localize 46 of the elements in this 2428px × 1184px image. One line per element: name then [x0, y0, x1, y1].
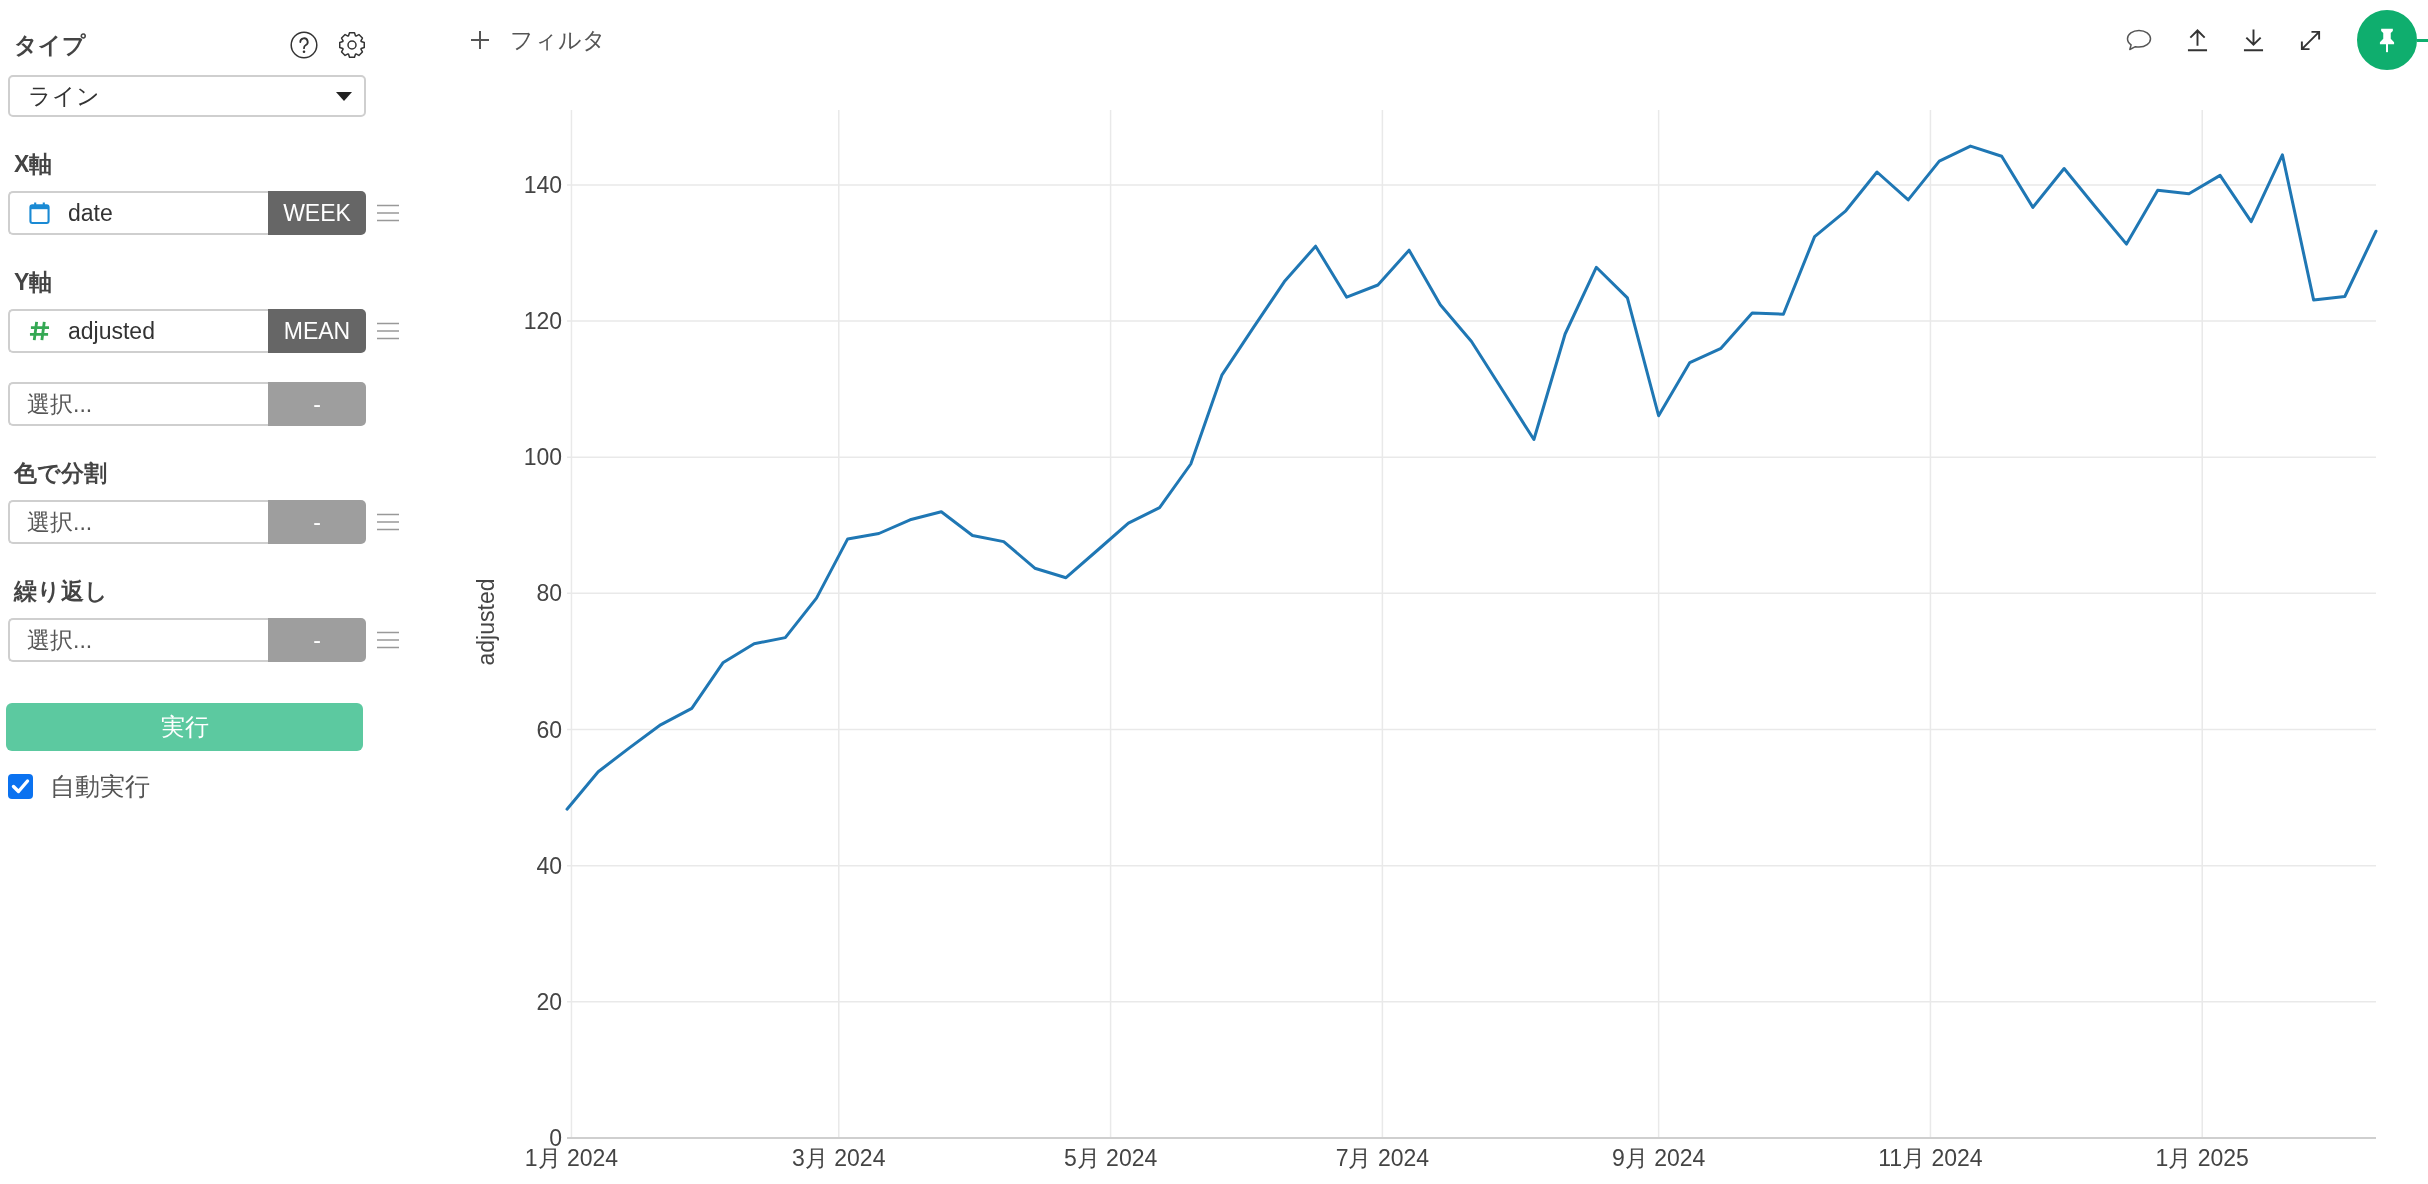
y-tick-label: 140: [523, 171, 562, 198]
checkbox-label: 自動実行: [50, 771, 150, 802]
aggregation-button[interactable]: MEAN: [268, 309, 366, 353]
field-input[interactable]: 選択...: [8, 618, 268, 662]
help-icon[interactable]: [290, 31, 318, 59]
upload-icon[interactable]: [2187, 28, 2208, 52]
y-tick-label: 60: [536, 716, 562, 743]
x-tick-label: 1月 2025: [2155, 1145, 2249, 1171]
caret-icon: [336, 91, 352, 101]
calendar-icon: [29, 201, 50, 225]
drag-handle-icon[interactable]: [377, 631, 399, 649]
y-tick-label: 20: [536, 988, 562, 1015]
section-label: 繰り返し: [12, 578, 108, 604]
x-tick-label: 5月 2024: [1063, 1145, 1158, 1171]
checkbox[interactable]: [8, 774, 33, 799]
aggregation-button[interactable]: WEEK: [268, 191, 366, 235]
y-tick-label: 80: [536, 580, 562, 607]
field-input[interactable]: 選択...: [8, 382, 268, 426]
y-tick-label: 100: [523, 444, 562, 471]
x-tick-label: 9月 2024: [1611, 1145, 1706, 1171]
y-axis-title: adjusted: [473, 578, 499, 666]
expand-icon[interactable]: [2299, 28, 2322, 52]
y-tick-label: 40: [536, 852, 562, 879]
section-label: Y軸: [13, 269, 53, 295]
comment-icon[interactable]: [2126, 29, 2152, 51]
field-input[interactable]: adjusted: [8, 309, 268, 353]
y-tick-label: 120: [523, 308, 562, 335]
pin-button[interactable]: [2357, 10, 2417, 70]
drag-handle-icon[interactable]: [377, 204, 399, 222]
hash-icon: [29, 320, 50, 342]
settings-icon[interactable]: [338, 31, 366, 59]
drag-handle-icon[interactable]: [377, 322, 399, 340]
x-tick-label: 3月 2024: [792, 1145, 886, 1171]
drag-handle-icon[interactable]: [377, 513, 399, 531]
field-input[interactable]: date: [8, 191, 268, 235]
x-tick-label: 7月 2024: [1335, 1145, 1430, 1171]
field-input[interactable]: 選択...: [8, 500, 268, 544]
x-tick-label: 11月 2024: [1878, 1145, 1983, 1171]
section-label: 色で分割: [12, 460, 107, 486]
filter-button[interactable]: フィルタ: [470, 24, 606, 56]
plus-icon: [470, 30, 490, 50]
pin-icon: [2377, 27, 2397, 53]
chart-type-dropdown[interactable]: ライン: [8, 75, 366, 117]
download-icon[interactable]: [2243, 28, 2264, 52]
section-label: タイプ: [13, 32, 86, 58]
section-label: X軸: [13, 151, 53, 177]
